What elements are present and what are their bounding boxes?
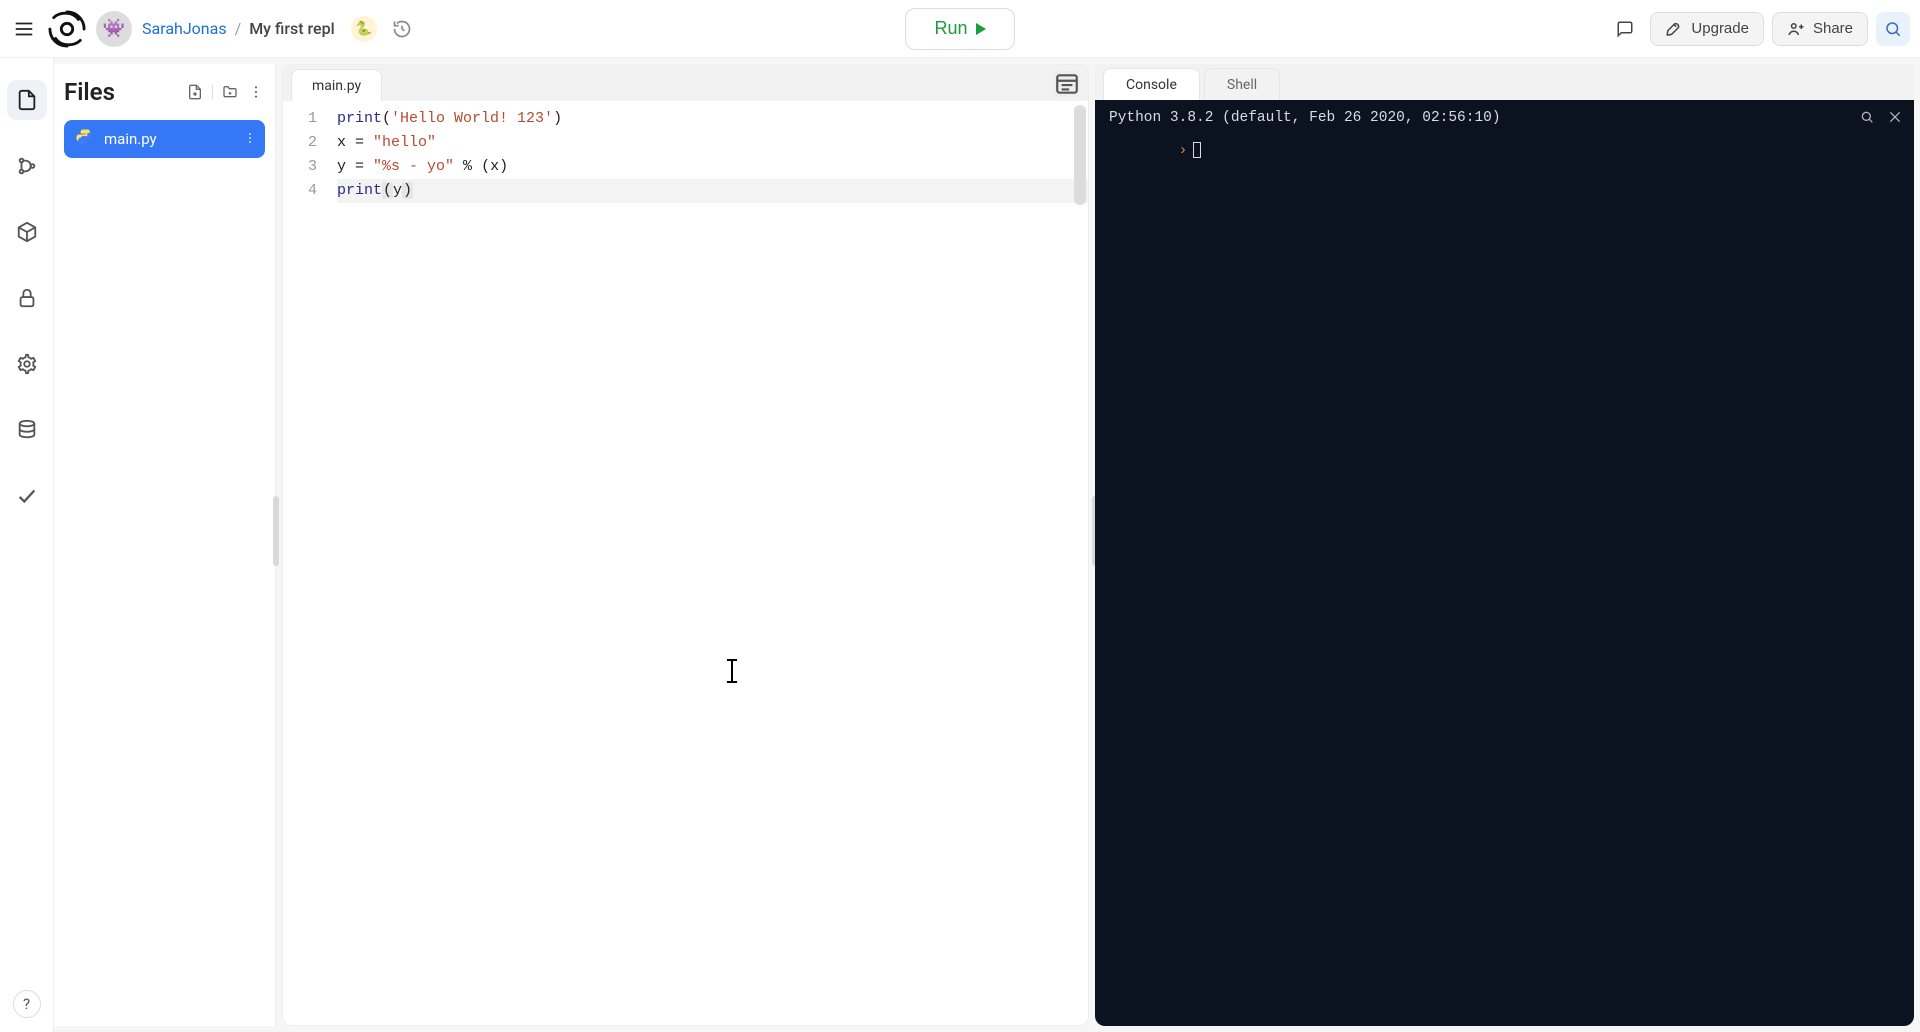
upgrade-label: Upgrade (1691, 20, 1749, 37)
history-button[interactable] (387, 14, 417, 44)
new-file-button[interactable] (186, 83, 204, 101)
code-area[interactable]: print('Hello World! 123')x = "hello"y = … (329, 101, 1088, 1025)
console-panel: ConsoleShell Python 3.8.2 (default, Feb … (1095, 64, 1914, 1026)
play-icon (976, 23, 986, 35)
console-search-button[interactable] (1858, 108, 1876, 126)
run-label: Run (934, 18, 967, 39)
avatar-emoji: 👾 (103, 18, 125, 39)
prompt-icon: › (1179, 143, 1188, 159)
person-add-icon (1787, 20, 1805, 38)
python-file-icon (74, 127, 94, 151)
upgrade-button[interactable]: Upgrade (1650, 12, 1764, 46)
breadcrumb-separator: / (235, 19, 242, 38)
editor-tab-label: main.py (312, 78, 361, 94)
rail-files[interactable] (7, 80, 47, 120)
breadcrumb-user[interactable]: SarahJonas (142, 19, 227, 38)
workspace: ? Files (0, 58, 1920, 1032)
editor-panel: main.py 1234 print('Hello World! 123')x … (282, 64, 1089, 1026)
file-more-button[interactable] (243, 130, 257, 149)
editor-layout-button[interactable] (1054, 71, 1080, 97)
tool-rail: ? (0, 58, 54, 1032)
file-name: main.py (104, 130, 157, 148)
code-line[interactable]: y = "%s - yo" % (x) (337, 155, 1088, 179)
editor-tabs: main.py (283, 65, 1088, 101)
console-tab-shell[interactable]: Shell (1204, 68, 1280, 100)
logo-icon[interactable] (48, 10, 86, 48)
search-button[interactable] (1876, 12, 1910, 46)
help-button[interactable]: ? (13, 990, 41, 1018)
topbar: 👾 SarahJonas / My first repl 🐍 Run Upgra… (0, 0, 1920, 58)
share-button[interactable]: Share (1772, 12, 1868, 46)
new-folder-button[interactable] (221, 83, 239, 101)
run-button[interactable]: Run (905, 8, 1014, 50)
rail-version-control[interactable] (7, 146, 47, 186)
editor-scrollbar[interactable] (1074, 105, 1086, 205)
sidebar-actions (186, 83, 265, 101)
editor-tab-main[interactable]: main.py (291, 69, 382, 101)
divider (212, 85, 213, 99)
console-prompt-line: › (1109, 126, 1900, 175)
share-label: Share (1813, 20, 1853, 37)
rocket-icon (1665, 20, 1683, 38)
console-cursor (1193, 142, 1201, 158)
files-sidebar: Files main.py (54, 64, 276, 1026)
language-badge[interactable]: 🐍 (351, 16, 377, 42)
rail-tests[interactable] (7, 476, 47, 516)
rail-settings[interactable] (7, 344, 47, 384)
sidebar-title: Files (64, 78, 176, 106)
code-line[interactable]: print(y) (337, 179, 1088, 203)
file-item-main[interactable]: main.py (64, 120, 265, 158)
code-line[interactable]: print('Hello World! 123') (337, 107, 1088, 131)
sidebar-more-button[interactable] (247, 83, 265, 101)
console-header-line: Python 3.8.2 (default, Feb 26 2020, 02:5… (1109, 110, 1900, 126)
rail-secrets[interactable] (7, 278, 47, 318)
console-tabs: ConsoleShell (1095, 64, 1914, 100)
help-label: ? (23, 995, 30, 1013)
line-gutter: 1234 (283, 101, 329, 1025)
code-line[interactable]: x = "hello" (337, 131, 1088, 155)
menu-button[interactable] (10, 15, 38, 43)
avatar[interactable]: 👾 (96, 11, 132, 47)
python-icon: 🐍 (355, 21, 372, 37)
code-editor[interactable]: 1234 print('Hello World! 123')x = "hello… (283, 101, 1088, 1025)
rail-packages[interactable] (7, 212, 47, 252)
breadcrumb: SarahJonas / My first repl (142, 19, 335, 38)
console-body[interactable]: Python 3.8.2 (default, Feb 26 2020, 02:5… (1095, 100, 1914, 1026)
feedback-button[interactable] (1608, 12, 1642, 46)
console-tab-console[interactable]: Console (1103, 68, 1200, 100)
breadcrumb-project[interactable]: My first repl (249, 19, 335, 38)
rail-database[interactable] (7, 410, 47, 450)
console-clear-button[interactable] (1886, 108, 1904, 126)
